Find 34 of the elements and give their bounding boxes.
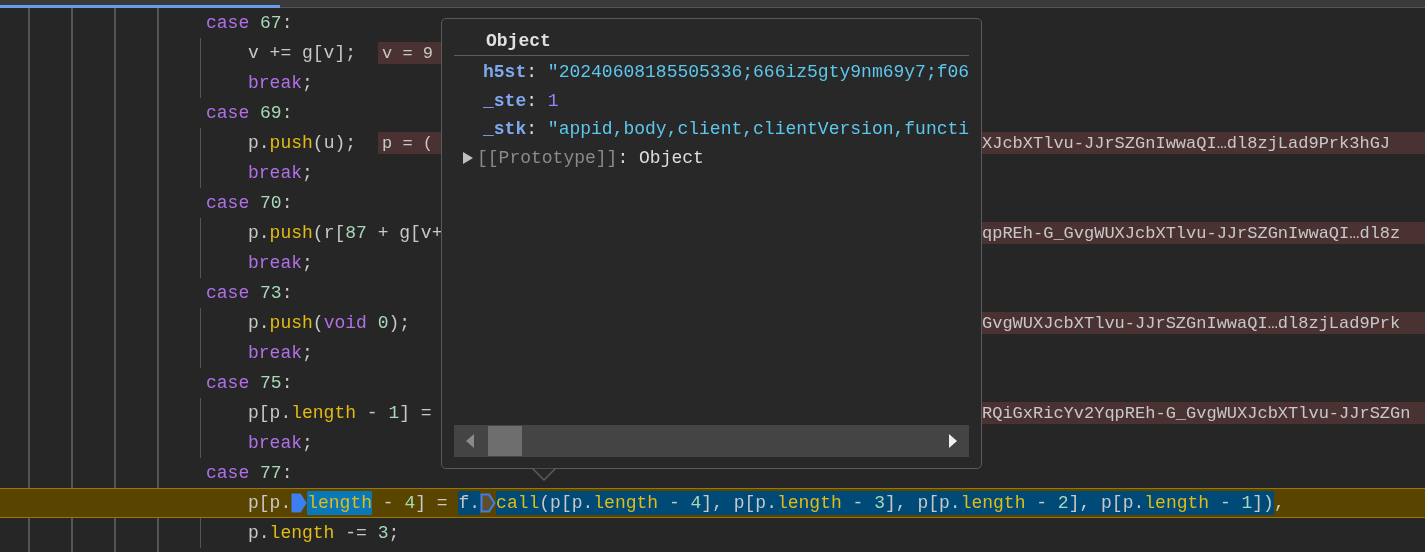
code-text: break; bbox=[248, 162, 313, 185]
inline-value: v = 9 bbox=[378, 42, 441, 64]
scrollbar-thumb[interactable] bbox=[488, 426, 522, 456]
inline-value: XJcbXTlvu-JJrSZGnIwwaQI…dl8zjLad9Prk3hGJ bbox=[982, 132, 1425, 154]
property-row-text: _stk: "appid,body,client,clientVersion,functi bbox=[482, 118, 969, 142]
code-text: break; bbox=[248, 72, 313, 95]
code-text: break; bbox=[248, 342, 313, 365]
code-text: p.push(r[87 + g[v+ bbox=[248, 222, 443, 245]
code-text: case 75: bbox=[206, 372, 293, 395]
code-text: p.push(void 0); bbox=[248, 312, 411, 335]
inline-value: p = ( bbox=[378, 132, 441, 154]
popover-title: Object bbox=[485, 30, 551, 53]
code-text: p.push(u); bbox=[248, 132, 357, 155]
code-text: v += g[v]; bbox=[248, 42, 357, 65]
code-text: p[p.length - 1] = bbox=[248, 402, 432, 425]
code-text: case 73: bbox=[206, 282, 293, 305]
prototype-entry[interactable]: [[Prototype]]: Object bbox=[477, 147, 704, 168]
expand-arrow-icon[interactable] bbox=[462, 151, 473, 164]
property-row-text: h5st: "20240608185505336;666iz5gty9nm69y7;f06 bbox=[482, 61, 969, 85]
code-text: p[p. bbox=[248, 492, 292, 515]
horizontal-scrollbar[interactable] bbox=[454, 425, 969, 457]
code-text: break; bbox=[248, 432, 313, 455]
code-text: case 69: bbox=[206, 102, 293, 125]
inline-value: RQiGxRicYv2YqpREh-G_GvgWUXJcbXTlvu-JJrSZGn bbox=[982, 402, 1425, 424]
code-text: p.length -= 3; bbox=[248, 522, 400, 545]
code-text: break; bbox=[248, 252, 313, 275]
code-text: case 67: bbox=[206, 12, 293, 35]
code-text: case 70: bbox=[206, 192, 293, 215]
code-text: case 77: bbox=[206, 462, 293, 485]
property-row-text: _ste: 1 bbox=[482, 89, 560, 113]
code-text: call(p[p.length - 4], p[p.length - 3], p[p.length - 2], p[p.length - 1]), bbox=[496, 491, 1285, 515]
code-text: length - 4] = f. bbox=[307, 491, 481, 515]
inline-value: qpREh-G_GvgWUXJcbXTlvu-JJrSZGnIwwaQI…dl8z bbox=[982, 222, 1425, 244]
inline-value: GvgWUXJcbXTlvu-JJrSZGnIwwaQI…dl8zjLad9Prk bbox=[982, 312, 1425, 334]
